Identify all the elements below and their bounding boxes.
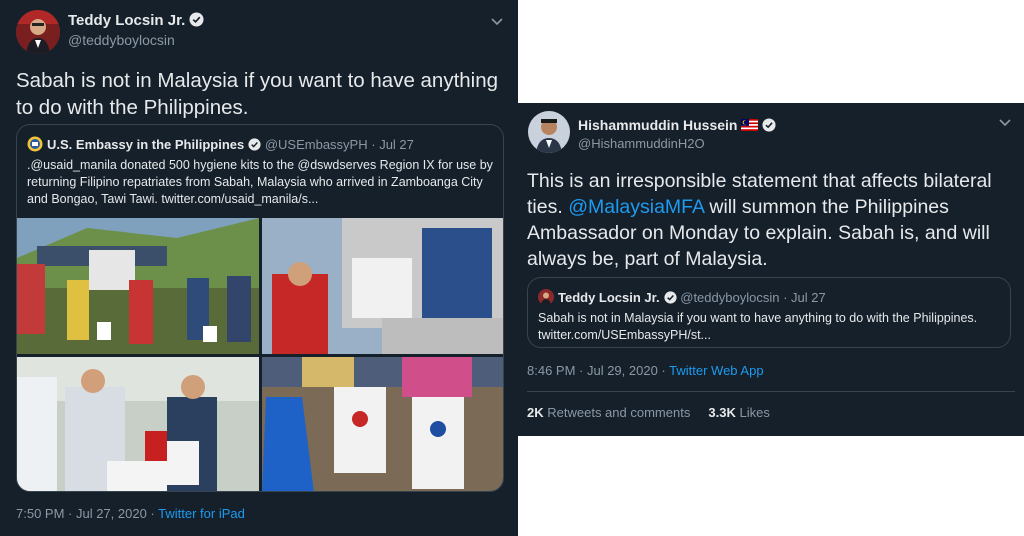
us-embassy-seal-icon	[27, 136, 43, 152]
retweets-label: Retweets and comments	[547, 405, 691, 420]
quoted-text: .@usaid_manila donated 500 hygiene kits …	[27, 158, 493, 206]
author-handle[interactable]: @teddyboylocsin	[68, 32, 175, 48]
photo-1[interactable]	[17, 218, 259, 354]
source-link[interactable]: Twitter for iPad	[158, 506, 245, 521]
divider	[527, 391, 1015, 392]
likes-count: 3.3K	[708, 405, 736, 420]
tweet-teddy-locsin: Teddy Locsin Jr. @teddyboylocsin Sabah i…	[0, 0, 518, 536]
quoted-date: · Jul 27	[783, 290, 826, 305]
chevron-down-icon[interactable]	[490, 14, 504, 28]
photo-3[interactable]	[17, 357, 259, 491]
retweets-count: 2K	[527, 405, 544, 420]
author-handle[interactable]: @HishammuddinH2O	[578, 136, 705, 151]
quoted-tweet[interactable]: U.S. Embassy in the Philippines @USEmbas…	[16, 124, 504, 492]
author-name[interactable]: Hishammuddin Hussein	[578, 117, 777, 133]
quoted-author-name: U.S. Embassy in the Philippines	[47, 137, 245, 152]
quoted-header: Teddy Locsin Jr. @teddyboylocsin · Jul 2…	[538, 289, 826, 305]
quoted-header: U.S. Embassy in the Philippines @USEmbas…	[27, 136, 414, 152]
quoted-tweet[interactable]: Teddy Locsin Jr. @teddyboylocsin · Jul 2…	[527, 277, 1011, 348]
avatar[interactable]	[16, 10, 60, 54]
likes-label: Likes	[739, 405, 770, 420]
quoted-author-handle: @USEmbassyPH	[264, 137, 368, 152]
source-link[interactable]: Twitter Web App	[669, 363, 763, 378]
verified-badge-icon	[664, 291, 677, 304]
timestamp[interactable]: 8:46 PM · Jul 29, 2020 ·	[527, 363, 666, 378]
quoted-text: Sabah is not in Malaysia if you want to …	[538, 311, 978, 342]
tweet-text: This is an irresponsible statement that …	[527, 168, 1011, 272]
verified-badge-icon	[762, 118, 777, 132]
retweets-stat[interactable]: 2K Retweets and comments	[527, 405, 690, 420]
avatar	[538, 289, 554, 305]
verified-badge-icon	[248, 138, 261, 151]
chevron-down-icon[interactable]	[998, 115, 1012, 129]
quoted-date: · Jul 27	[371, 137, 414, 152]
quoted-author-name: Teddy Locsin Jr.	[558, 290, 660, 305]
timestamp[interactable]: 7:50 PM · Jul 27, 2020 ·	[16, 506, 155, 521]
likes-stat[interactable]: 3.3K Likes	[708, 405, 769, 420]
tweet-hishammuddin-hussein: Hishammuddin Hussein @HishammuddinH2O Th…	[518, 103, 1024, 436]
photo-2[interactable]	[262, 218, 503, 354]
photo-4[interactable]	[262, 357, 503, 491]
tweet-meta: 8:46 PM · Jul 29, 2020 · Twitter Web App	[527, 363, 764, 378]
tweet-text: Sabah is not in Malaysia if you want to …	[16, 69, 499, 119]
verified-badge-icon	[189, 12, 204, 27]
mention-link[interactable]: @MalaysiaMFA	[568, 196, 704, 218]
tweet-meta: 7:50 PM · Jul 27, 2020 · Twitter for iPa…	[16, 506, 245, 521]
avatar[interactable]	[528, 111, 570, 153]
author-name[interactable]: Teddy Locsin Jr.	[68, 12, 204, 29]
malaysia-flag-icon	[741, 119, 759, 131]
quoted-author-handle: @teddyboylocsin	[680, 290, 780, 305]
tweet-stats: 2K Retweets and comments 3.3K Likes	[527, 405, 770, 420]
